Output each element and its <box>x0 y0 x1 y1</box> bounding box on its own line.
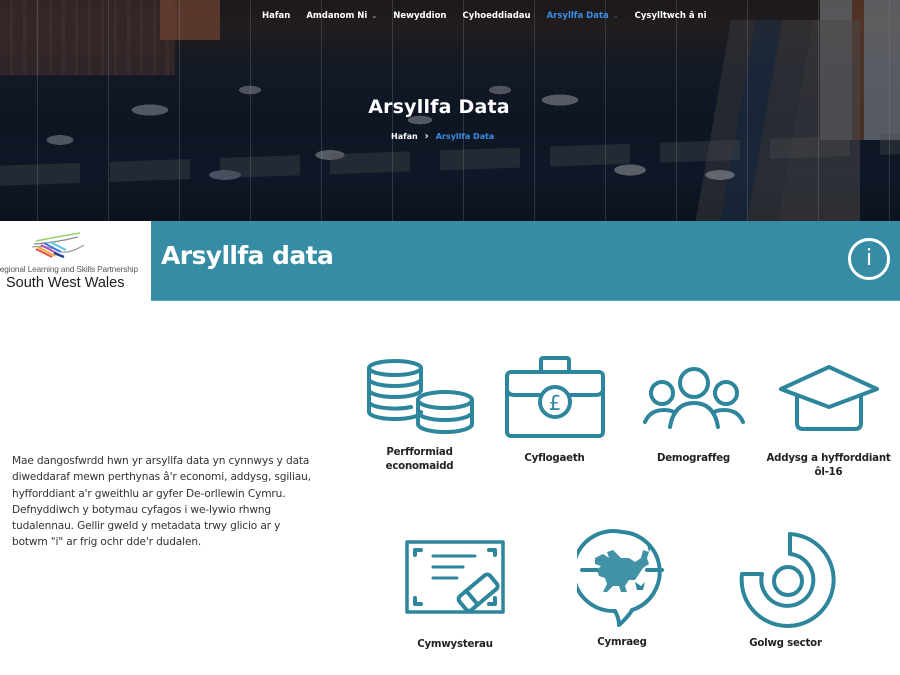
tile-label: Cyflogaeth <box>524 453 585 464</box>
breadcrumb: Hafan › Arsyllfa Data <box>391 131 494 142</box>
svg-text:£: £ <box>548 391 561 415</box>
nav-item-amdanom-ni[interactable]: Amdanom Ni ⌄ <box>306 11 377 21</box>
dashboard-description: Mae dangosfwrdd hwn yr arsyllfa data yn … <box>12 455 311 549</box>
nav-label: Hafan <box>262 11 291 21</box>
coins-icon <box>366 359 474 434</box>
title-bar: Arsyllfa data i <box>151 221 900 301</box>
tile-demograffeg[interactable]: Demograffeg <box>636 365 751 466</box>
nav-label: Cysylltwch â ni <box>634 11 707 21</box>
nav-item-hafan[interactable]: Hafan <box>262 11 290 21</box>
chevron-down-icon: ⌄ <box>612 12 619 20</box>
tile-cyflogaeth[interactable]: £ Cyflogaeth <box>497 355 612 466</box>
tile-label: Golwg sector <box>749 638 822 649</box>
partnership-logo: Regional Learning and Skills Partnership… <box>0 221 151 301</box>
tile-addysg-hyfforddiant[interactable]: Addysg a hyfforddiant ôl-16 <box>766 363 891 480</box>
sector-chart-icon <box>739 532 836 628</box>
hero-banner: Hafan Amdanom Ni ⌄ Newyddion Cyhoeddiadau… <box>0 0 900 221</box>
nav-item-cysylltwch[interactable]: Cysylltwch â ni <box>635 11 707 21</box>
tile-label: Demograffeg <box>656 453 731 464</box>
nav-label: Arsyllfa Data <box>546 11 609 21</box>
chevron-right-icon: › <box>424 131 429 142</box>
nav-item-newyddion[interactable]: Newyddion <box>393 11 446 21</box>
graduation-cap-icon <box>778 365 879 431</box>
logo-title: South West Wales <box>6 275 125 291</box>
main-nav: Hafan Amdanom Ni ⌄ Newyddion Cyhoeddiadau… <box>262 11 723 21</box>
certificate-icon <box>405 540 505 614</box>
nav-item-cyhoeddiadau[interactable]: Cyhoeddiadau <box>462 11 530 21</box>
logo-subtitle: Regional Learning and Skills Partnership <box>0 265 138 274</box>
tile-perfformiad-economaidd[interactable]: Perfformiad economaidd <box>357 358 482 474</box>
nav-item-arsyllfa-data[interactable]: Arsyllfa Data ⌄ <box>547 11 619 21</box>
dashboard-title: Arsyllfa data <box>161 241 334 270</box>
page-title: Arsyllfa Data <box>368 96 510 118</box>
briefcase-pound-icon: £ <box>504 356 605 438</box>
welsh-dragon-speech-icon <box>577 529 664 627</box>
tile-cymwysterau[interactable]: Cymwysterau <box>400 538 510 652</box>
tile-label: Cymraeg <box>597 637 647 648</box>
nav-label: Cyhoeddiadau <box>462 11 531 21</box>
breadcrumb-current: Arsyllfa Data <box>435 132 495 141</box>
tile-golwg-sector[interactable]: Golwg sector <box>728 530 843 651</box>
logo-swoosh-icon <box>31 232 85 259</box>
tile-label: Cymwysterau <box>417 639 493 650</box>
info-button[interactable]: i <box>848 238 890 280</box>
chevron-down-icon: ⌄ <box>371 12 378 20</box>
dashboard-header: Regional Learning and Skills Partnership… <box>0 221 900 301</box>
tile-label: Addysg a hyfforddiant ôl-16 <box>766 453 891 478</box>
tile-cymraeg[interactable]: Cymraeg <box>567 528 677 650</box>
info-icon: i <box>865 246 873 271</box>
breadcrumb-home-link[interactable]: Hafan <box>391 132 418 141</box>
nav-label: Amdanom Ni <box>306 11 368 21</box>
tile-label: Perfformiad economaidd <box>385 447 454 472</box>
nav-label: Newyddion <box>393 11 447 21</box>
people-icon <box>642 367 745 429</box>
